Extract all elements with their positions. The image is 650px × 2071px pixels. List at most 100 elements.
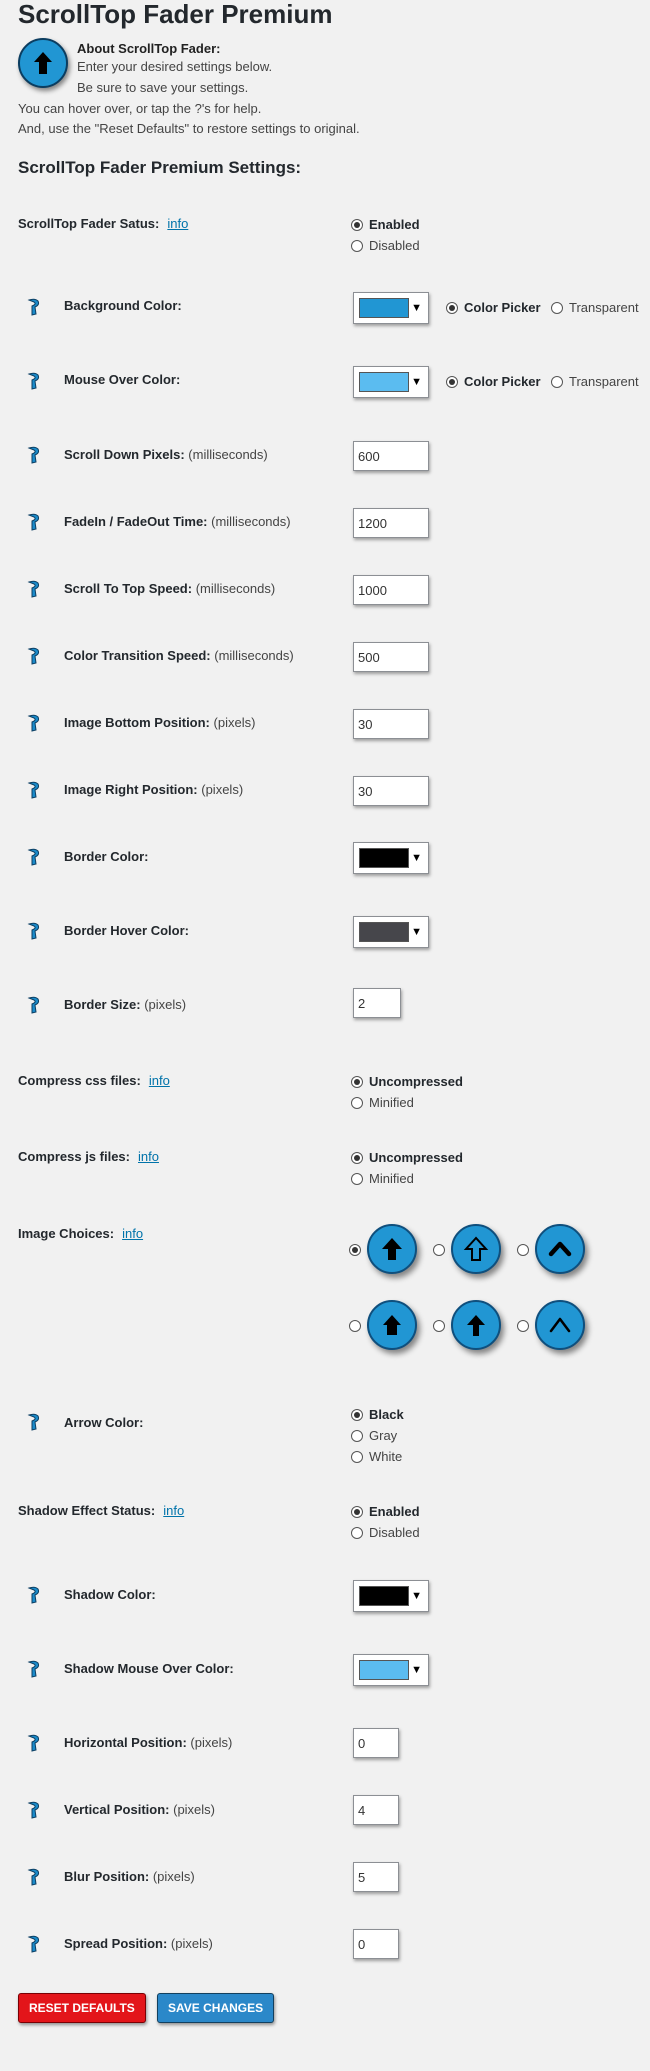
image-bottom-input[interactable] (353, 709, 429, 739)
help-icon[interactable] (27, 1413, 41, 1431)
radio-icon[interactable] (351, 239, 363, 252)
help-icon[interactable] (27, 647, 41, 665)
background-transparent-radio[interactable]: Transparent (551, 300, 639, 315)
radio-icon[interactable] (351, 1450, 363, 1463)
status-disabled-radio[interactable]: Disabled (351, 238, 420, 253)
compress-js-info-link[interactable]: info (138, 1149, 159, 1164)
help-icon[interactable] (27, 298, 41, 316)
radio-selected-icon[interactable] (349, 1244, 361, 1256)
compress-js-minified-radio[interactable]: Minified (351, 1171, 414, 1186)
radio-selected-icon[interactable] (351, 1408, 363, 1421)
shadow-status-label: Shadow Effect Status: info (18, 1503, 185, 1518)
caret-up-icon[interactable] (535, 1224, 585, 1274)
scroll-down-pixels-label: Scroll Down Pixels: (milliseconds) (64, 447, 268, 462)
shadow-disabled-radio[interactable]: Disabled (351, 1525, 420, 1540)
help-icon[interactable] (27, 1734, 41, 1752)
border-hover-color-select[interactable]: ▼ (353, 916, 429, 948)
image-choice-3-radio[interactable] (517, 1244, 535, 1256)
spread-position-input[interactable] (353, 1929, 399, 1959)
image-choice-2-radio[interactable] (433, 1244, 451, 1256)
shadow-hover-color-select[interactable]: ▼ (353, 1654, 429, 1686)
thin-arrow-up-icon[interactable] (451, 1300, 501, 1350)
compress-css-info-link[interactable]: info (149, 1073, 170, 1088)
outline-arrow-up-icon[interactable] (451, 1224, 501, 1274)
fade-time-label: FadeIn / FadeOut Time: (milliseconds) (64, 514, 291, 529)
image-choice-4-radio[interactable] (349, 1320, 367, 1332)
help-icon[interactable] (27, 996, 41, 1014)
radio-selected-icon[interactable] (351, 218, 363, 231)
radio-icon[interactable] (351, 1172, 363, 1185)
save-changes-button[interactable]: Save Changes (157, 1993, 275, 2023)
help-icon[interactable] (27, 1868, 41, 1886)
shadow-status-info-link[interactable]: info (163, 1503, 184, 1518)
arrow-color-black-radio[interactable]: Black (351, 1407, 404, 1422)
vertical-position-input[interactable] (353, 1795, 399, 1825)
radio-icon[interactable] (351, 1096, 363, 1109)
image-choice-1-radio[interactable] (349, 1244, 367, 1256)
help-icon[interactable] (27, 446, 41, 464)
horizontal-position-label: Horizontal Position: (pixels) (64, 1735, 233, 1750)
help-icon[interactable] (27, 781, 41, 799)
status-info-link[interactable]: info (167, 216, 188, 231)
vertical-position-label: Vertical Position: (pixels) (64, 1802, 216, 1817)
help-icon[interactable] (27, 513, 41, 531)
status-label: ScrollTop Fader Satus: info (18, 216, 189, 231)
transition-speed-input[interactable] (353, 642, 429, 672)
shadow-enabled-radio[interactable]: Enabled (351, 1504, 420, 1519)
help-icon[interactable] (27, 1935, 41, 1953)
color-swatch (359, 848, 409, 868)
scroll-speed-input[interactable] (353, 575, 429, 605)
radio-selected-icon[interactable] (351, 1505, 363, 1518)
radio-icon[interactable] (351, 1526, 363, 1539)
help-icon[interactable] (27, 922, 41, 940)
radio-icon[interactable] (517, 1244, 529, 1256)
radio-icon[interactable] (433, 1244, 445, 1256)
arrow-up-icon[interactable] (367, 1224, 417, 1274)
radio-icon[interactable] (517, 1320, 529, 1332)
help-icon[interactable] (27, 1660, 41, 1678)
radio-selected-icon[interactable] (351, 1075, 363, 1088)
compress-css-uncompressed-radio[interactable]: Uncompressed (351, 1074, 463, 1089)
shadow-hover-color-label: Shadow Mouse Over Color: (64, 1661, 234, 1676)
house-arrow-up-icon[interactable] (367, 1300, 417, 1350)
radio-selected-icon[interactable] (446, 301, 458, 314)
image-right-input[interactable] (353, 776, 429, 806)
image-choices-info-link[interactable]: info (122, 1226, 143, 1241)
radio-icon[interactable] (551, 375, 563, 388)
background-color-picker-radio[interactable]: Color Picker (446, 300, 541, 315)
radio-icon[interactable] (349, 1320, 361, 1332)
image-choice-6-radio[interactable] (517, 1320, 535, 1332)
image-choice-5-radio[interactable] (433, 1320, 451, 1332)
compress-js-uncompressed-radio[interactable]: Uncompressed (351, 1150, 463, 1165)
radio-selected-icon[interactable] (446, 375, 458, 388)
radio-icon[interactable] (551, 301, 563, 314)
reset-defaults-button[interactable]: Reset Defaults (18, 1993, 146, 2023)
fade-time-input[interactable] (353, 508, 429, 538)
help-icon[interactable] (27, 1586, 41, 1604)
arrow-color-white-radio[interactable]: White (351, 1449, 402, 1464)
compress-css-minified-radio[interactable]: Minified (351, 1095, 414, 1110)
compress-js-label: Compress js files: info (18, 1149, 159, 1164)
help-icon[interactable] (27, 714, 41, 732)
shadow-color-select[interactable]: ▼ (353, 1580, 429, 1612)
border-color-select[interactable]: ▼ (353, 842, 429, 874)
help-icon[interactable] (27, 580, 41, 598)
scroll-down-pixels-input[interactable] (353, 441, 429, 471)
background-color-select[interactable]: ▼ (353, 292, 429, 324)
radio-icon[interactable] (433, 1320, 445, 1332)
radio-selected-icon[interactable] (351, 1151, 363, 1164)
arrow-color-gray-radio[interactable]: Gray (351, 1428, 397, 1443)
help-icon[interactable] (27, 1801, 41, 1819)
help-icon[interactable] (27, 848, 41, 866)
border-size-input[interactable] (353, 988, 401, 1018)
blur-position-input[interactable] (353, 1862, 399, 1892)
status-enabled-radio[interactable]: Enabled (351, 217, 420, 232)
horizontal-position-input[interactable] (353, 1728, 399, 1758)
mouse-over-color-select[interactable]: ▼ (353, 366, 429, 398)
radio-icon[interactable] (351, 1429, 363, 1442)
mouse-over-color-picker-radio[interactable]: Color Picker (446, 374, 541, 389)
chevron-up-icon[interactable] (535, 1300, 585, 1350)
help-icon[interactable] (27, 372, 41, 390)
mouse-over-transparent-radio[interactable]: Transparent (551, 374, 639, 389)
about-line-4: And, use the "Reset Defaults" to restore… (18, 121, 360, 136)
